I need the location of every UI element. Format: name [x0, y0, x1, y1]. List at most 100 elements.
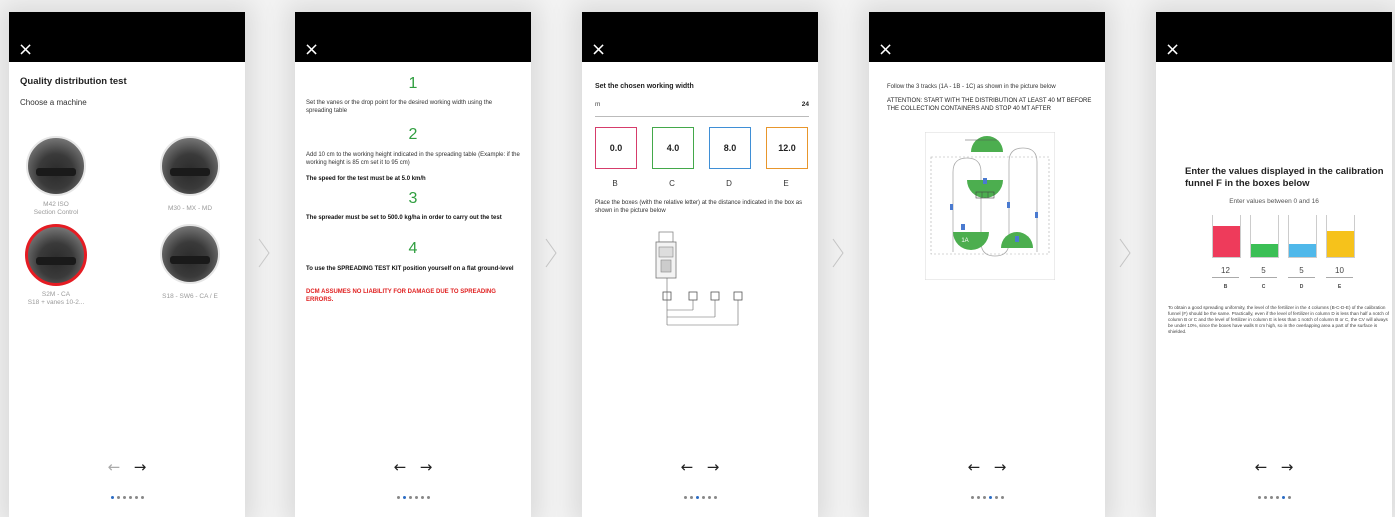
- column-fill: [1289, 243, 1316, 257]
- page-title: Quality distribution test: [20, 76, 127, 87]
- chevron-right-icon: [544, 238, 558, 268]
- page-dot: [414, 496, 418, 499]
- page-dot: [707, 496, 711, 499]
- next-arrow-icon[interactable]: →: [700, 458, 726, 476]
- page-dot: [396, 496, 400, 499]
- box-e-distance: 12.0: [766, 127, 808, 169]
- column-fill: [1213, 225, 1240, 257]
- page-dot: [116, 496, 120, 499]
- funnel-column-b[interactable]: [1212, 215, 1241, 258]
- prev-arrow-icon[interactable]: ←: [387, 458, 413, 476]
- page-dot: [408, 496, 412, 499]
- funnel-column-e[interactable]: [1326, 215, 1355, 258]
- screen-tracks: × Follow the 3 tracks (1A - 1B - 1C) as …: [869, 12, 1105, 517]
- top-bar: ×: [295, 12, 531, 62]
- column-value-input[interactable]: 5: [1288, 266, 1315, 275]
- step-speed-note: The speed for the test must be at 5.0 km…: [306, 176, 426, 182]
- chevron-right-icon: [831, 238, 845, 268]
- machine-option-s2m[interactable]: S2M - CA S18 + vanes 10-2...: [11, 224, 101, 307]
- column-fill: [1327, 230, 1354, 257]
- funnel-column-c[interactable]: [1250, 215, 1279, 258]
- page-dot: [134, 496, 138, 499]
- page-dot: [1263, 496, 1267, 499]
- page-dot: [976, 496, 980, 499]
- step-text: Set the vanes or the drop point for the …: [306, 100, 493, 114]
- next-arrow-icon[interactable]: →: [413, 458, 439, 476]
- tracks-intro: Follow the 3 tracks (1A - 1B - 1C) as sh…: [887, 84, 1056, 90]
- working-width-field[interactable]: m 24: [595, 98, 809, 117]
- prev-arrow-icon[interactable]: ←: [961, 458, 987, 476]
- column-letter: B: [1223, 284, 1228, 290]
- tracks-diagram: 1B 1A 1C: [925, 132, 1055, 280]
- page-dot: [128, 496, 132, 499]
- machine-option-m30[interactable]: M30 - MX - MD: [145, 136, 235, 213]
- funnel-column-d[interactable]: [1288, 215, 1317, 258]
- box-letter: C: [669, 179, 675, 188]
- box-letter: E: [783, 179, 789, 188]
- next-arrow-icon[interactable]: →: [127, 458, 153, 476]
- next-arrow-icon[interactable]: →: [1274, 458, 1300, 476]
- top-bar: ×: [1156, 12, 1392, 62]
- machine-photo-selected: [25, 224, 87, 286]
- pager-nav: ← →: [295, 458, 531, 476]
- chevron-right-icon: [1118, 238, 1132, 268]
- page-dot: [713, 496, 717, 499]
- machine-option-m42[interactable]: M42 ISO Section Control: [11, 136, 101, 217]
- close-icon[interactable]: ×: [591, 41, 606, 59]
- machine-label: M30 - MX - MD: [167, 205, 213, 212]
- close-icon[interactable]: ×: [1165, 41, 1180, 59]
- machine-label: M42 ISO Section Control: [33, 201, 79, 216]
- track-label-1c: 1C: [1013, 252, 1021, 258]
- column-value-input[interactable]: 10: [1326, 266, 1353, 275]
- track-label-1b: 1B: [981, 166, 988, 172]
- page-dot: [426, 496, 430, 499]
- screen-calibration-values: × Enter the values displayed in the cali…: [1156, 12, 1392, 517]
- page-dot: [970, 496, 974, 499]
- width-value: 24: [801, 101, 809, 108]
- column-letter: E: [1337, 284, 1342, 290]
- prev-arrow-icon[interactable]: ←: [1248, 458, 1274, 476]
- box-b-distance: 0.0: [595, 127, 637, 169]
- page-indicator: [582, 486, 818, 504]
- pager-nav: ← →: [582, 458, 818, 476]
- value-underline: [1288, 277, 1315, 278]
- page-dot: [1275, 496, 1279, 499]
- page-subtitle: Choose a machine: [20, 98, 87, 107]
- page-dot: [701, 496, 705, 499]
- machine-photo: [26, 136, 86, 196]
- calibration-heading: Enter the values displayed in the calibr…: [1185, 166, 1384, 189]
- prev-arrow-icon[interactable]: ←: [674, 458, 700, 476]
- page-dot: [1000, 496, 1004, 499]
- box-letter: D: [726, 179, 732, 188]
- box-c-distance: 4.0: [652, 127, 694, 169]
- page-title: Set the chosen working width: [595, 83, 694, 90]
- unit-label: m: [595, 101, 601, 108]
- top-bar: ×: [582, 12, 818, 62]
- column-value-input[interactable]: 5: [1250, 266, 1277, 275]
- machine-label: S18 - SW6 - CA / E: [162, 293, 218, 300]
- machine-photo: [160, 136, 220, 196]
- value-underline: [1212, 277, 1239, 278]
- prev-arrow-icon[interactable]: ←: [101, 458, 127, 476]
- close-icon[interactable]: ×: [304, 41, 319, 59]
- page-indicator: [869, 486, 1105, 504]
- machine-option-s18[interactable]: S18 - SW6 - CA / E: [145, 224, 235, 301]
- screen-working-width: × Set the chosen working width m 24 0.0 …: [582, 12, 818, 517]
- machine-photo: [160, 224, 220, 284]
- box-d-distance: 8.0: [709, 127, 751, 169]
- close-icon[interactable]: ×: [878, 41, 893, 59]
- chevron-right-icon: [257, 238, 271, 268]
- column-value-input[interactable]: 12: [1212, 266, 1239, 275]
- page-dot: [689, 496, 693, 499]
- attention-note: ATTENTION: START WITH THE DISTRIBUTION A…: [887, 98, 1092, 112]
- page-dot: [982, 496, 986, 499]
- step-number: 1: [408, 75, 418, 92]
- value-underline: [1326, 277, 1353, 278]
- placement-instruction: Place the boxes (with the relative lette…: [595, 200, 803, 214]
- next-arrow-icon[interactable]: →: [987, 458, 1013, 476]
- step-text: To use the SPREADING TEST KIT position y…: [306, 266, 514, 272]
- step-text: Add 10 cm to the working height indicate…: [306, 152, 520, 166]
- close-icon[interactable]: ×: [18, 41, 33, 59]
- liability-warning: DCM ASSUMES NO LIABILITY FOR DAMAGE DUE …: [306, 289, 496, 303]
- track-label-1a: 1A: [961, 238, 968, 244]
